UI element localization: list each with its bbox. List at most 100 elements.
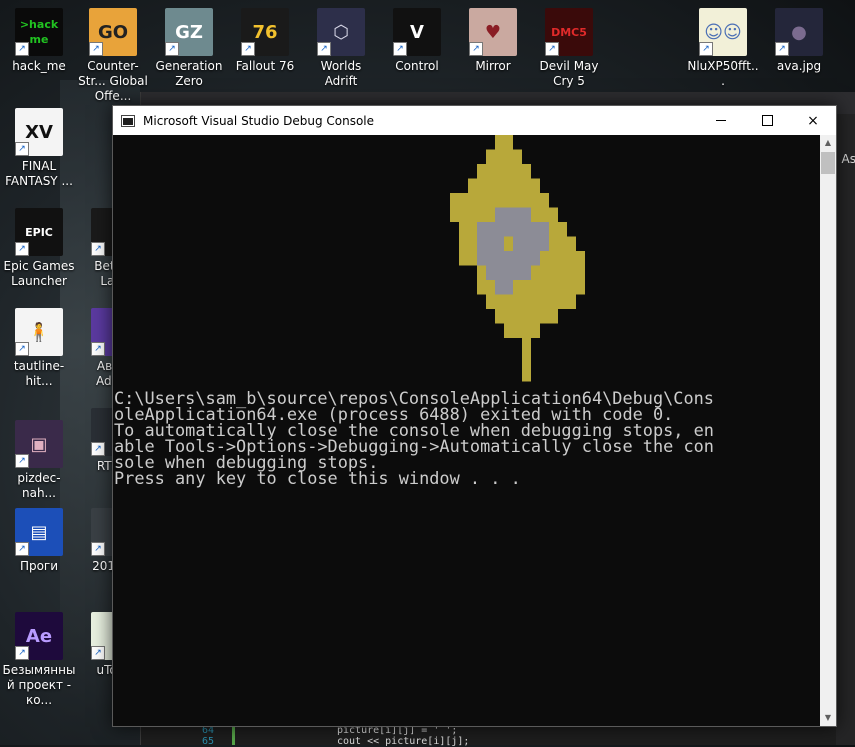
art-pixel-yellow (522, 367, 531, 382)
desktop-icon[interactable]: XV ↗ FINAL FANTASY ... (2, 108, 76, 189)
shortcut-arrow-icon: ↗ (469, 42, 483, 56)
art-pixel-yellow (549, 207, 558, 222)
shortcut-arrow-icon: ↗ (15, 454, 29, 468)
scrollbar-thumb[interactable] (821, 152, 835, 174)
shortcut-arrow-icon: ↗ (393, 42, 407, 56)
art-pixel-yellow (477, 164, 531, 179)
shortcut-arrow-icon: ↗ (545, 42, 559, 56)
art-pixel-gray (495, 280, 513, 295)
shortcut-arrow-icon: ↗ (165, 42, 179, 56)
vertical-scrollbar[interactable]: ▲ ▼ (820, 135, 836, 726)
desktop-icon[interactable]: ● ↗ ava.jpg (762, 8, 836, 74)
scroll-down-icon[interactable]: ▼ (820, 710, 836, 726)
desktop-icon[interactable]: ▣ ↗ pizdec-nah... (2, 420, 76, 501)
app-thumbnail-icon: ☺☺ ↗ (699, 8, 747, 56)
desktop-icon-label: Generation Zero (155, 59, 223, 88)
app-thumbnail-icon: V ↗ (393, 8, 441, 56)
shortcut-arrow-icon: ↗ (89, 42, 103, 56)
desktop-icon-label: Безымянный проект - ко... (2, 663, 76, 707)
desktop-icon-label: hack_me (12, 59, 66, 73)
art-pixel-yellow (486, 294, 576, 309)
app-thumbnail-icon: 🧍 ↗ (15, 308, 63, 356)
app-thumbnail-icon: EPIC ↗ (15, 208, 63, 256)
app-thumbnail-icon: ● ↗ (775, 8, 823, 56)
art-pixel-yellow (468, 178, 540, 193)
shortcut-arrow-icon: ↗ (15, 342, 29, 356)
desktop-icon[interactable]: GO ↗ Counter-Str... Global Offe... (76, 8, 150, 104)
app-thumbnail-icon: Ae ↗ (15, 612, 63, 660)
vs-panel-label: As (841, 152, 855, 166)
shortcut-arrow-icon: ↗ (241, 42, 255, 56)
desktop-icon[interactable]: Ae ↗ Безымянный проект - ко... (2, 612, 76, 708)
shortcut-arrow-icon: ↗ (91, 342, 105, 356)
desktop-icon-label: Devil May Cry 5 (539, 59, 599, 88)
vs-solution-strip (836, 114, 855, 745)
desktop-icon[interactable]: ☺☺ ↗ NluXP50fft... (686, 8, 760, 89)
desktop-icon-label: Проги (19, 559, 59, 573)
desktop-icon-label: Mirror (475, 59, 511, 73)
desktop-icon[interactable]: ⬡ ↗ Worlds Adrift (304, 8, 378, 89)
art-pixel-gray (477, 236, 504, 251)
console-content[interactable]: C:\Users\sam_b\source\repos\ConsoleAppli… (113, 135, 822, 726)
close-button[interactable]: × (790, 106, 836, 135)
shortcut-arrow-icon: ↗ (15, 42, 29, 56)
desktop-icon[interactable]: DMC5 ↗ Devil May Cry 5 (532, 8, 606, 89)
app-thumbnail-icon: DMC5 ↗ (545, 8, 593, 56)
shortcut-arrow-icon: ↗ (91, 242, 105, 256)
desktop-icon[interactable]: EPIC ↗ Epic Games Launcher (2, 208, 76, 289)
desktop-icon-label: Counter-Str... Global Offe... (78, 59, 148, 103)
shortcut-arrow-icon: ↗ (15, 242, 29, 256)
desktop-icon[interactable]: V ↗ Control (380, 8, 454, 74)
debug-console-window[interactable]: Microsoft Visual Studio Debug Console × … (112, 105, 837, 727)
app-thumbnail-icon: ♥ ↗ (469, 8, 517, 56)
window-title: Microsoft Visual Studio Debug Console (143, 113, 375, 128)
desktop-icon[interactable]: ♥ ↗ Mirror (456, 8, 530, 74)
scroll-up-icon[interactable]: ▲ (820, 135, 836, 151)
desktop-icon-label: tautline-hit... (13, 359, 65, 388)
minimize-icon (716, 120, 726, 121)
desktop-icon[interactable]: GZ ↗ Generation Zero (152, 8, 226, 89)
shortcut-arrow-icon: ↗ (15, 646, 29, 660)
console-titlebar[interactable]: Microsoft Visual Studio Debug Console × (113, 106, 836, 135)
change-indicator (232, 725, 235, 745)
shortcut-arrow-icon: ↗ (15, 542, 29, 556)
code-editor-lines: 64 picture[i][j] = ' '; 65 cout << pictu… (112, 725, 855, 747)
art-pixel-gray (477, 222, 549, 237)
app-thumbnail-icon: >hack me ↗ (15, 8, 63, 56)
shortcut-arrow-icon: ↗ (91, 442, 105, 456)
art-pixel-yellow (504, 323, 540, 338)
art-pixel-yellow (450, 193, 549, 208)
desktop-icon-label: Worlds Adrift (320, 59, 362, 88)
desktop-icon[interactable]: 🧍 ↗ tautline-hit... (2, 308, 76, 389)
console-app-icon (121, 114, 135, 127)
art-pixel-yellow (495, 309, 558, 324)
art-pixel-yellow (522, 352, 531, 367)
desktop-icon[interactable]: >hack me ↗ hack_me (2, 8, 76, 74)
art-pixel-yellow (477, 280, 585, 295)
minimize-button[interactable] (698, 106, 744, 135)
maximize-icon (761, 115, 773, 126)
shortcut-arrow-icon: ↗ (317, 42, 331, 56)
ascii-skull-art (450, 135, 585, 382)
code-line: cout << picture[i][j]; (337, 736, 470, 747)
desktop-icon-label: Control (395, 59, 439, 73)
art-pixel-gray (477, 251, 540, 266)
desktop-icon-label: pizdec-nah... (17, 471, 61, 500)
desktop-icon-label: FINAL FANTASY ... (5, 159, 73, 188)
desktop-icon[interactable]: ▤ ↗ Проги (2, 508, 76, 574)
art-pixel-yellow (522, 338, 531, 353)
close-icon: × (807, 112, 819, 129)
desktop-icon-label: Fallout 76 (235, 59, 295, 73)
app-thumbnail-icon: ⬡ ↗ (317, 8, 365, 56)
app-thumbnail-icon: ▤ ↗ (15, 508, 63, 556)
desktop-icon-label: ava.jpg (776, 59, 822, 73)
shortcut-arrow-icon: ↗ (91, 542, 105, 556)
app-thumbnail-icon: GZ ↗ (165, 8, 213, 56)
app-thumbnail-icon: ▣ ↗ (15, 420, 63, 468)
maximize-button[interactable] (744, 106, 790, 135)
app-thumbnail-icon: GO ↗ (89, 8, 137, 56)
app-thumbnail-icon: 76 ↗ (241, 8, 289, 56)
desktop-icon-label: NluXP50fft... (687, 59, 759, 88)
shortcut-arrow-icon: ↗ (775, 42, 789, 56)
desktop-icon[interactable]: 76 ↗ Fallout 76 (228, 8, 302, 74)
